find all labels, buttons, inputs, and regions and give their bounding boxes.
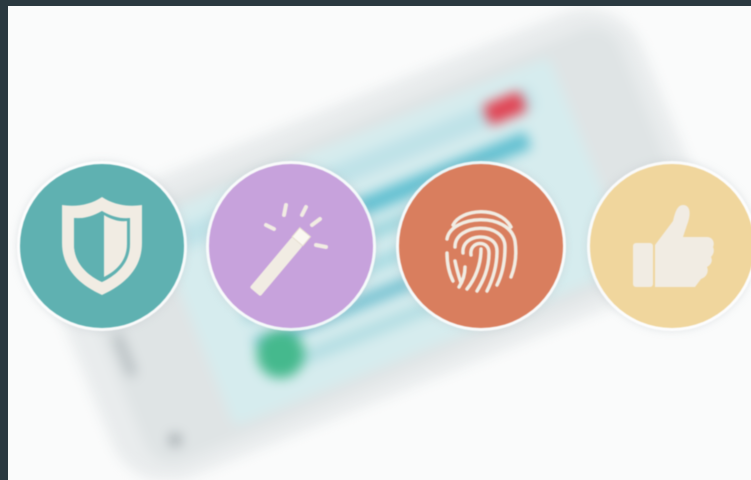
photo-canvas: [8, 6, 751, 480]
magic-wand-icon: [250, 203, 328, 296]
fingerprint-icon: [445, 210, 518, 293]
fingerprint-badge: [399, 164, 563, 328]
shield-icon: [62, 197, 142, 295]
thumbs-up-icon: [633, 205, 714, 287]
shield-badge: [20, 164, 184, 328]
image-frame: [0, 0, 751, 480]
feature-badges: [8, 6, 751, 480]
magic-wand-badge: [209, 164, 373, 328]
thumbs-up-badge: [590, 164, 751, 328]
